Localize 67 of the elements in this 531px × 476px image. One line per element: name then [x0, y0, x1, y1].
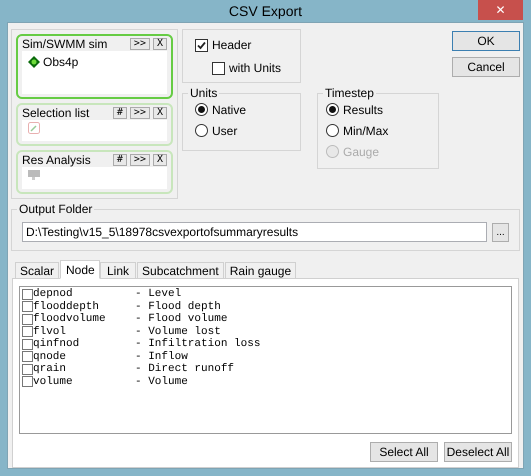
- panel-button[interactable]: #: [112, 106, 127, 119]
- field-name: qinfnod: [33, 338, 80, 350]
- checkbox[interactable]: [195, 38, 208, 52]
- group-title: Output Folder: [17, 202, 94, 216]
- checkbox-label: Header: [212, 37, 252, 54]
- panel-button[interactable]: X: [152, 38, 167, 50]
- close-button[interactable]: ✕: [478, 0, 523, 20]
- checkbox[interactable]: [22, 314, 33, 325]
- field-name: depnod: [33, 288, 74, 300]
- field-description: - Infiltration loss: [135, 338, 260, 350]
- radio-label: Gauge: [343, 144, 380, 160]
- panel-button[interactable]: >>: [130, 154, 150, 166]
- panel-button[interactable]: >>: [130, 38, 150, 50]
- panel-button[interactable]: #: [112, 154, 127, 166]
- tab[interactable]: Node: [60, 260, 100, 279]
- field-description: - Volume: [135, 376, 188, 388]
- panel-title: Res Analysis: [22, 153, 92, 168]
- radio-label: Results: [343, 102, 384, 118]
- field-description: - Level: [135, 288, 182, 300]
- group-title: Units: [188, 86, 220, 100]
- browse-button[interactable]: ...: [492, 222, 509, 242]
- panel-button[interactable]: X: [152, 154, 167, 166]
- list-button[interactable]: Deselect All: [444, 442, 512, 462]
- field-name: flooddepth: [33, 300, 100, 313]
- checkbox[interactable]: [22, 288, 33, 300]
- radio-label: User: [212, 122, 238, 140]
- field-description: - Flood depth: [135, 300, 221, 313]
- checkbox[interactable]: [22, 326, 33, 338]
- panel-button[interactable]: X: [152, 106, 167, 119]
- checkbox[interactable]: [22, 376, 33, 388]
- field-description: - Direct runoff: [135, 363, 234, 376]
- list-button[interactable]: Select All: [370, 442, 438, 462]
- field-name: qnode: [33, 350, 68, 363]
- field-name: floodvolume: [33, 313, 107, 326]
- field-name: volume: [33, 376, 74, 388]
- diamond-icon: [28, 56, 40, 68]
- check-icon: [197, 40, 206, 50]
- tab[interactable]: Rain gauge: [224, 262, 296, 279]
- radio-button[interactable]: [326, 103, 339, 116]
- window-title: CSV Export: [228, 2, 302, 21]
- panel-button[interactable]: >>: [130, 106, 150, 119]
- checkbox[interactable]: [22, 364, 33, 375]
- radio-label: Min/Max: [343, 122, 388, 140]
- field-name: flvol: [33, 326, 68, 338]
- radio-button[interactable]: [195, 124, 208, 137]
- checkbox[interactable]: [212, 62, 225, 74]
- dialog-button[interactable]: Cancel: [452, 57, 520, 77]
- tab[interactable]: Link: [100, 262, 136, 279]
- panel-title: Sim/SWMM sim: [22, 37, 108, 51]
- dialog-button[interactable]: OK: [452, 31, 520, 51]
- radio-label: Native: [212, 102, 246, 118]
- field-description: - Flood volume: [135, 313, 228, 326]
- list-item[interactable]: Obs4p: [43, 53, 78, 71]
- folder-field[interactable]: D:\Testing\v15_5\18978csvexportofsummaryresults: [22, 222, 488, 242]
- group-title: Timestep: [323, 86, 376, 100]
- field-description: - Inflow: [135, 350, 188, 363]
- checkbox[interactable]: [22, 338, 33, 350]
- radio-button[interactable]: [326, 124, 339, 137]
- field-description: - Volume lost: [135, 326, 221, 338]
- checkbox[interactable]: [22, 351, 33, 362]
- tab[interactable]: Scalar: [15, 262, 60, 279]
- panel-title: Selection list: [22, 106, 90, 120]
- checkbox[interactable]: [22, 301, 33, 312]
- checkbox-label: with Units: [229, 60, 282, 77]
- field-name: qrain: [33, 363, 68, 376]
- radio-button[interactable]: [195, 103, 208, 116]
- tab[interactable]: Subcatchment: [137, 262, 224, 279]
